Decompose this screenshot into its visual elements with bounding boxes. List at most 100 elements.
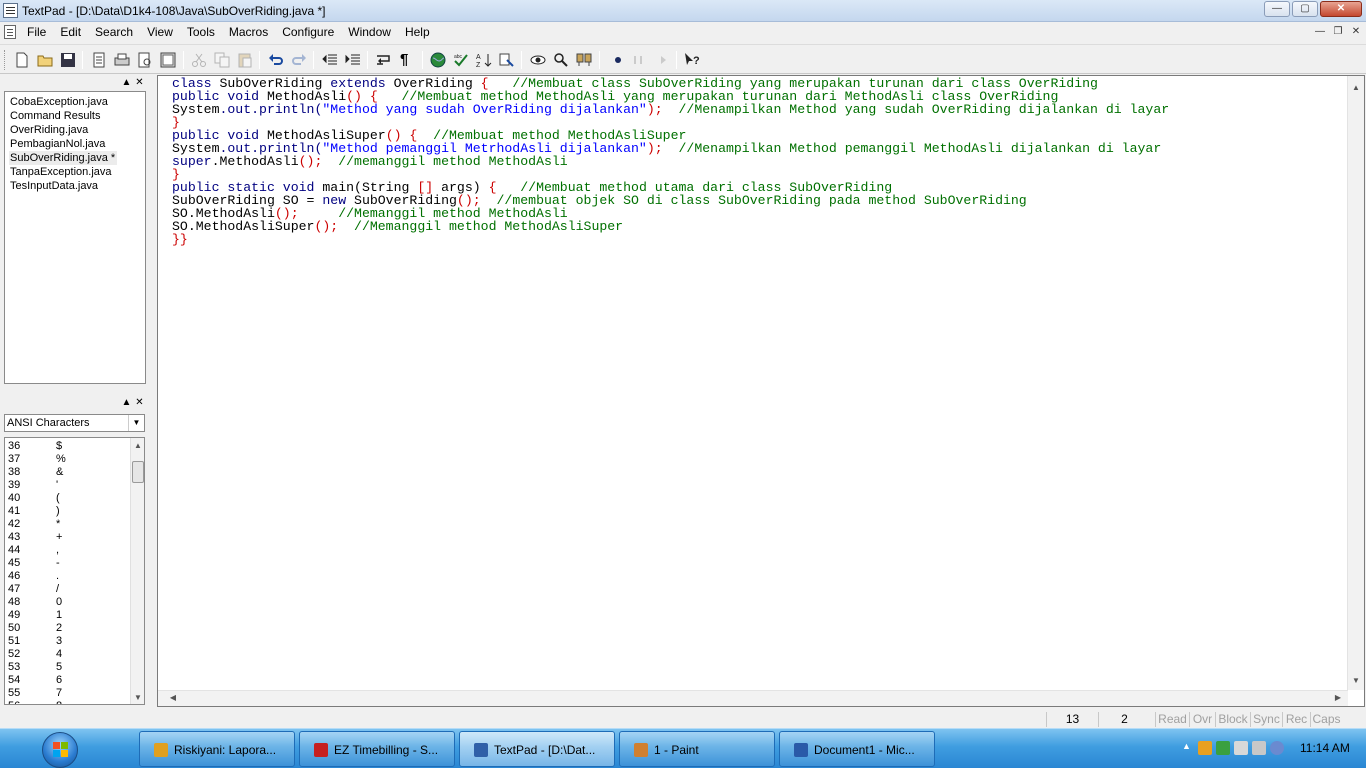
clip-row[interactable]: 46. [8,570,128,583]
editor-horizontal-scrollbar[interactable]: ◀ ▶ [158,690,1348,706]
maximize-button[interactable]: ▢ [1292,1,1318,17]
menu-edit[interactable]: Edit [53,25,88,39]
scroll-up-icon[interactable]: ▲ [131,441,144,450]
clip-row[interactable]: 37% [8,453,128,466]
menu-search[interactable]: Search [88,25,140,39]
menu-window[interactable]: Window [341,25,398,39]
pause-macro-icon[interactable] [630,52,646,68]
action-center-icon[interactable] [1234,741,1248,755]
taskbar-item-paint[interactable]: 1 - Paint [619,731,775,767]
taskbar-item-ez-timebilling[interactable]: EZ Timebilling - S... [299,731,455,767]
clip-row[interactable]: 40 ( [8,492,128,505]
visible-spaces-icon[interactable]: ¶ [400,52,416,68]
clip-row[interactable]: 47 / [8,583,128,596]
scroll-right-icon[interactable]: ▶ [1331,693,1345,702]
menu-configure[interactable]: Configure [275,25,341,39]
clip-row[interactable]: 44, [8,544,128,557]
clip-row[interactable]: 49 1 [8,609,128,622]
undo-icon[interactable] [268,52,284,68]
taskbar-item-word[interactable]: Document1 - Mic... [779,731,935,767]
scroll-up-icon[interactable]: ▲ [1349,83,1363,92]
network-icon[interactable] [1252,741,1266,755]
code-line[interactable]: System.out.println("Method yang sudah Ov… [172,103,1169,116]
context-help-icon[interactable]: ? [684,52,700,68]
toolbar-grip[interactable] [4,50,7,70]
scroll-thumb[interactable] [132,461,144,483]
scroll-left-icon[interactable]: ◀ [166,693,180,702]
taskbar-item-chrome[interactable]: Riskiyani: Lapora... [139,731,295,767]
document-item[interactable]: TesInputData.java [9,179,145,193]
menu-file[interactable]: File [20,25,53,39]
clock[interactable]: 11:14 AM [1300,741,1350,755]
replace-icon[interactable] [553,52,569,68]
decrease-indent-icon[interactable] [322,52,338,68]
print-icon[interactable] [114,52,130,68]
clip-row[interactable]: 45 - [8,557,128,570]
web-browser-icon[interactable] [430,52,446,68]
open-folder-icon[interactable] [37,52,53,68]
taskbar-item-textpad[interactable]: TextPad - [D:\Dat... [459,731,615,767]
scroll-down-icon[interactable]: ▼ [131,693,144,702]
scroll-down-icon[interactable]: ▼ [1349,676,1363,685]
spelling-icon[interactable]: abc [453,52,469,68]
clip-row[interactable]: 56 8 [8,700,128,704]
redo-icon[interactable] [291,52,307,68]
clip-row[interactable]: 55 7 [8,687,128,700]
clip-row[interactable]: 53 5 [8,661,128,674]
clip-row[interactable]: 41) [8,505,128,518]
paste-icon[interactable] [237,52,253,68]
clip-row[interactable]: 39 ' [8,479,128,492]
clip-row[interactable]: 51 3 [8,635,128,648]
menu-view[interactable]: View [140,25,180,39]
clip-row[interactable]: 43 + [8,531,128,544]
document-minimize-button[interactable]: — [1312,24,1328,40]
volume-icon[interactable] [1270,741,1284,755]
menu-help[interactable]: Help [398,25,437,39]
print-preview-icon[interactable] [137,52,153,68]
clip-row[interactable]: 38 & [8,466,128,479]
close-pane-button[interactable]: ✕ [134,398,145,409]
start-button[interactable] [8,730,136,768]
new-file-icon[interactable] [14,52,30,68]
code-text[interactable]: class SubOverRiding extends OverRiding {… [172,77,1169,246]
pin-button[interactable]: ▲ [121,78,132,89]
copy-icon[interactable] [214,52,230,68]
code-line[interactable]: SO.MethodAsliSuper(); //Memanggil method… [172,220,1169,233]
compare-icon[interactable] [499,52,515,68]
document-item[interactable]: Command Results [9,109,145,123]
document-item[interactable]: CobaException.java [9,95,145,109]
close-button[interactable]: ✕ [1320,1,1362,17]
media-player-icon[interactable] [1198,741,1212,755]
document-item-active[interactable]: SubOverRiding.java * [9,151,117,165]
clip-row[interactable]: 36 $ [8,440,128,453]
code-line[interactable]: }} [172,233,1169,246]
textpad-app-icon[interactable] [3,3,18,18]
save-icon[interactable] [60,52,76,68]
chevron-down-icon[interactable]: ▼ [128,415,144,431]
save-all-icon[interactable] [91,52,107,68]
clip-row[interactable]: 42 * [8,518,128,531]
clip-row[interactable]: 50 2 [8,622,128,635]
cut-icon[interactable] [191,52,207,68]
clip-row[interactable]: 52 4 [8,648,128,661]
pin-button[interactable]: ▲ [121,398,132,409]
record-macro-icon[interactable] [610,52,626,68]
sort-icon[interactable]: AZ [476,52,492,68]
view-icon[interactable] [530,52,546,68]
document-close-button[interactable]: ✕ [1348,24,1364,40]
network-sharing-icon[interactable] [1216,741,1230,755]
close-pane-button[interactable]: ✕ [134,78,145,89]
increase-indent-icon[interactable] [345,52,361,68]
clip-library-select[interactable]: ANSI Characters ▼ [4,414,145,432]
find-in-files-icon[interactable] [576,52,592,68]
document-icon[interactable] [4,25,16,39]
play-macro-icon[interactable] [655,52,671,68]
editor-vertical-scrollbar[interactable]: ▲ ▼ [1347,76,1364,690]
document-item[interactable]: OverRiding.java [9,123,145,137]
clip-row[interactable]: 48 0 [8,596,128,609]
document-item[interactable]: TanpaException.java [9,165,145,179]
manage-files-icon[interactable] [160,52,176,68]
menu-macros[interactable]: Macros [222,25,275,39]
code-line[interactable]: super.MethodAsli(); //memanggil method M… [172,155,1169,168]
clip-library-scrollbar[interactable]: ▲ ▼ [130,438,144,704]
